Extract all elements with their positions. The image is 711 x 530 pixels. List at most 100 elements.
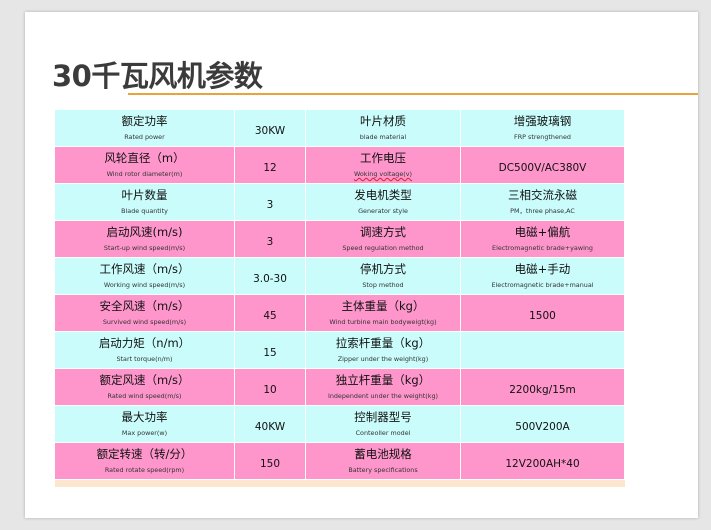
param-value-cell: 电磁+偏航 Electromagnetic brade+yawing [460, 220, 625, 258]
param-value-cell: 45 [234, 294, 306, 332]
param-name-cn: 工作风速（m/s） [99, 262, 190, 276]
param-name-en: Survived wind speed(m/s) [102, 318, 187, 326]
param-value-cell: 增强玻璃钢 FRP strengthened [460, 109, 625, 147]
footer-cell [305, 479, 461, 487]
spec-table: 额定功率 Rated power 30KW 叶片材质 blade material … [54, 109, 625, 487]
param-name-cn: 额定风速（m/s） [99, 373, 190, 387]
param-value: 150 [259, 457, 281, 470]
param-name-cell: 额定转速（转/分） Rated rotate speed(rpm) [54, 442, 235, 480]
param-name-en: Rated wind speed(m/s) [107, 392, 182, 400]
param-name-cell: 控制器型号 Conteoller model [305, 405, 461, 443]
footer-cell [234, 479, 306, 487]
param-name-cn: 最大功率 [121, 410, 168, 424]
param-name-cell: 工作风速（m/s） Working wind speed(m/s) [54, 257, 235, 295]
param-name-en: Battery specifications [348, 466, 418, 474]
param-name-cn: 拉索杆重量（kg） [335, 336, 431, 350]
table-row: 安全风速（m/s） Survived wind speed(m/s) 45 主体重… [54, 294, 625, 332]
param-name-cn: 额定功率 [121, 114, 168, 128]
param-name-cn: 启动风速(m/s) [106, 225, 183, 239]
table-row: 风轮直径（m） Wind rotor diameter(m) 12 工作电压 Wok… [54, 146, 625, 184]
slide-title: 30千瓦风机参数 [52, 59, 263, 93]
param-name-cn: 发电机类型 [354, 188, 412, 202]
param-name-cell: 启动风速(m/s) Start-up wind speed(m/s) [54, 220, 235, 258]
param-value-en: Electromagnetic brade+yawing [492, 244, 593, 252]
param-value: 2200kg/15m [509, 383, 576, 396]
param-name-cell: 风轮直径（m） Wind rotor diameter(m) [54, 146, 235, 184]
param-value: 3 [266, 198, 274, 211]
param-name-en: Generator style [358, 207, 408, 215]
param-name-cn: 工作电压 [360, 151, 406, 165]
param-value-cell: 500V200A [460, 405, 625, 443]
param-value: DC500V/AC380V [498, 161, 587, 174]
table-row: 工作风速（m/s） Working wind speed(m/s) 3.0-30 … [54, 257, 625, 295]
param-name-cn: 调速方式 [360, 225, 406, 239]
param-name-cell: 发电机类型 Generator style [305, 183, 461, 221]
param-name-cn: 控制器型号 [354, 410, 412, 424]
param-value-cn: 电磁+手动 [514, 262, 571, 276]
param-name-cn: 安全风速（m/s） [99, 299, 190, 313]
param-value: 10 [263, 383, 277, 396]
footer-cell [54, 479, 235, 487]
param-name-cell: 安全风速（m/s） Survived wind speed(m/s) [54, 294, 235, 332]
param-name-cell: 拉索杆重量（kg） Zipper under the weight(kg) [305, 331, 461, 369]
title-underline [128, 93, 698, 95]
param-value-cell: 3 [234, 183, 306, 221]
param-name-cn: 主体重量（kg） [341, 299, 425, 313]
param-name-en: Zipper under the weight(kg) [337, 355, 429, 363]
param-name-en: Blade quantity [121, 207, 168, 215]
table-row: 启动力矩（n/m） Start torque(n/m) 15 拉索杆重量（kg） Z… [54, 331, 625, 369]
table-row: 最大功率 Max power(w) 40KW 控制器型号 Conteoller mo… [54, 405, 625, 443]
slide: 30千瓦风机参数 额定功率 Rated power 30KW 叶片材质 blade … [25, 12, 698, 518]
param-value-cell: 3.0-30 [234, 257, 306, 295]
param-name-en: Independent under the weight(kg) [327, 392, 439, 400]
param-name-en: Start torque(n/m) [116, 355, 173, 363]
param-name-cell: 启动力矩（n/m） Start torque(n/m) [54, 331, 235, 369]
param-value-cn: 三相交流永磁 [508, 188, 577, 202]
param-name-en: Woking voltage(v) [353, 170, 413, 178]
param-value-cell: 1500 [460, 294, 625, 332]
param-name-cell: 蓄电池规格 Battery specifications [305, 442, 461, 480]
param-name-cn: 额定转速（转/分） [96, 447, 193, 461]
param-value-cell: DC500V/AC380V [460, 146, 625, 184]
param-value-cell: 15 [234, 331, 306, 369]
param-name-en: Stop method [362, 281, 404, 289]
param-value-cn: 电磁+偏航 [514, 225, 571, 239]
param-value-en: PM，three phase,AC [510, 207, 575, 215]
param-value-cell: 电磁+手动 Electromagnetic brade+manual [460, 257, 625, 295]
param-value: 3 [266, 235, 274, 248]
param-name-en: Conteoller model [355, 429, 411, 437]
param-value: 1500 [529, 309, 556, 322]
table-row: 叶片数量 Blade quantity 3 发电机类型 Generator styl… [54, 183, 625, 221]
table-row: 额定功率 Rated power 30KW 叶片材质 blade material … [54, 109, 625, 147]
param-name-cell: 叶片数量 Blade quantity [54, 183, 235, 221]
param-name-cell: 叶片材质 blade material [305, 109, 461, 147]
param-name-cell: 调速方式 Speed regulation method [305, 220, 461, 258]
param-value-cell: 三相交流永磁 PM，three phase,AC [460, 183, 625, 221]
param-value-cell: 40KW [234, 405, 306, 443]
param-name-cell: 独立杆重量（kg） Independent under the weight(kg… [305, 368, 461, 406]
param-value-cell: 30KW [234, 109, 306, 147]
param-name-cell: 额定风速（m/s） Rated wind speed(m/s) [54, 368, 235, 406]
param-value: 40KW [254, 420, 286, 433]
table-footer-strip [54, 479, 625, 487]
param-value: 3.0-30 [253, 272, 287, 285]
param-name-en: Rated rotate speed(rpm) [104, 466, 185, 474]
param-value-cell: 3 [234, 220, 306, 258]
param-value-cell: 12 [234, 146, 306, 184]
param-name-cn: 蓄电池规格 [354, 447, 412, 461]
param-name-en: Wind rotor diameter(m) [106, 170, 183, 178]
param-value-cell: 150 [234, 442, 306, 480]
footer-cell [460, 479, 625, 487]
param-name-cn: 独立杆重量（kg） [335, 373, 431, 387]
param-name-en: Start-up wind speed(m/s) [103, 244, 186, 252]
table-row: 额定风速（m/s） Rated wind speed(m/s) 10 独立杆重量（… [54, 368, 625, 406]
table-row: 启动风速(m/s) Start-up wind speed(m/s) 3 调速方式… [54, 220, 625, 258]
param-name-cn: 风轮直径（m） [104, 151, 185, 165]
param-name-cell: 停机方式 Stop method [305, 257, 461, 295]
param-value-cell: 2200kg/15m [460, 368, 625, 406]
param-name-en: blade material [359, 133, 407, 141]
param-name-cell: 主体重量（kg） Wind turbine main bodyweigt(kg) [305, 294, 461, 332]
param-name-en: Rated power [124, 133, 165, 141]
param-name-en: Working wind speed(m/s) [103, 281, 186, 289]
param-value: 500V200A [515, 420, 570, 433]
